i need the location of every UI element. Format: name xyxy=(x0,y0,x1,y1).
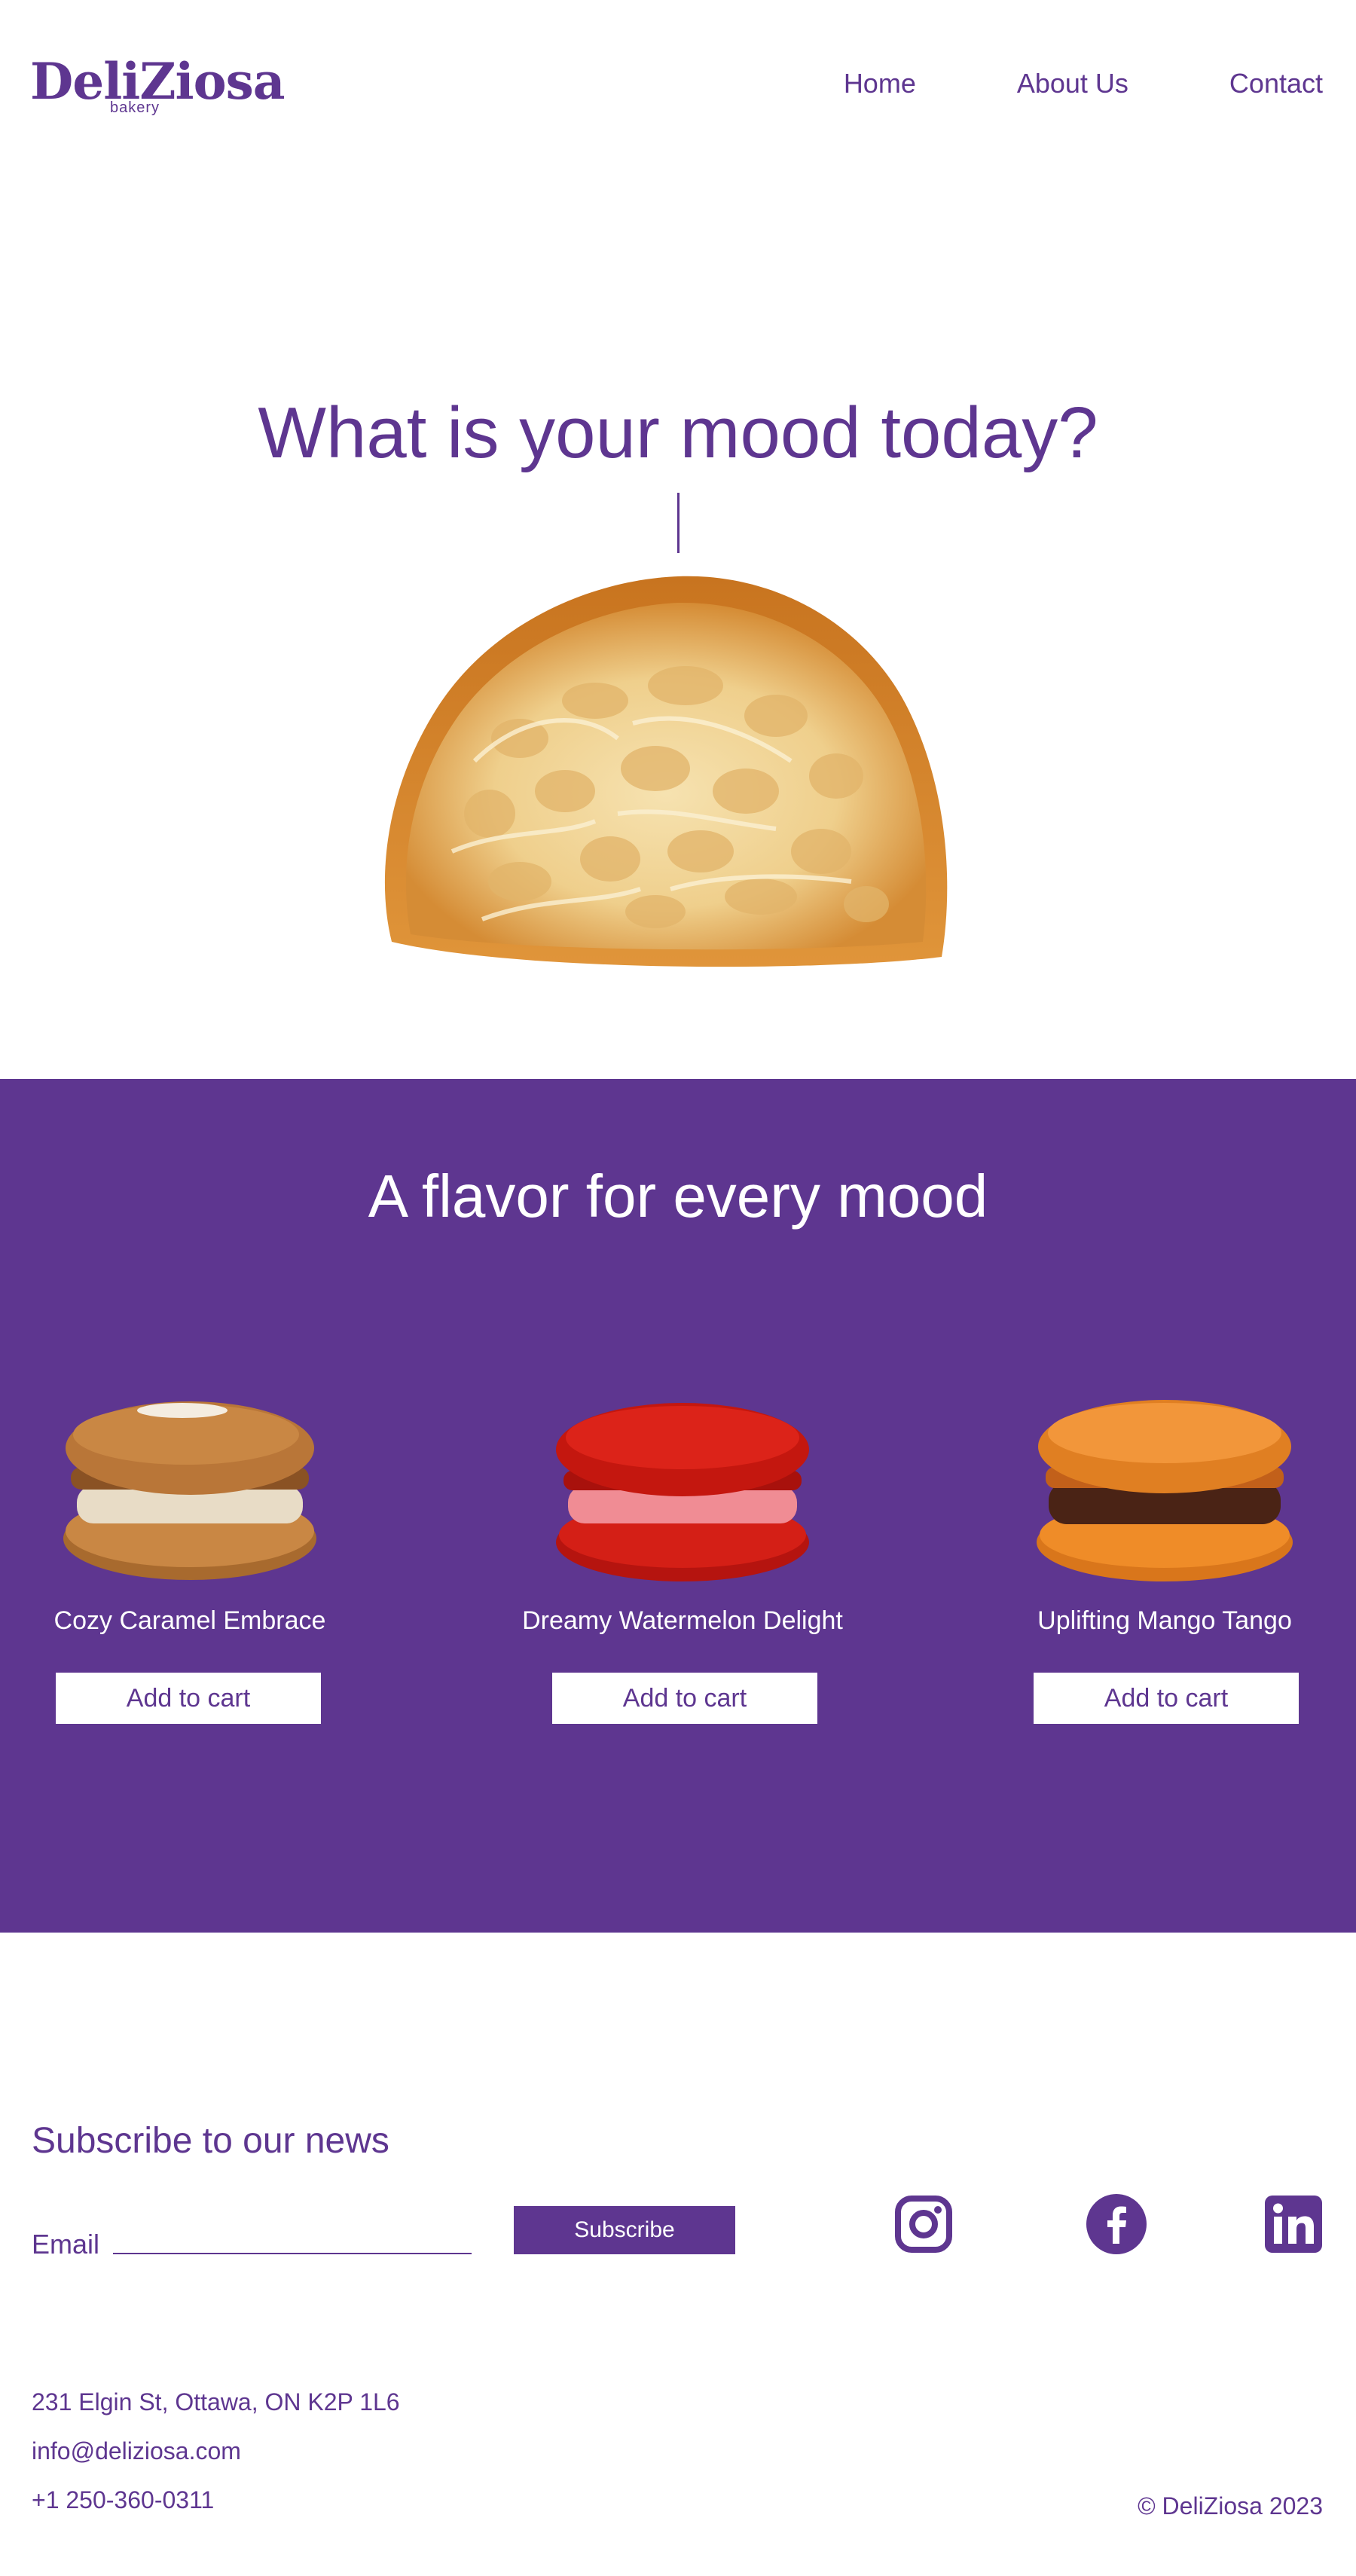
brand-subtitle: bakery xyxy=(110,99,160,116)
brand-logo[interactable]: DeliZiosa bakery xyxy=(30,51,286,127)
address-text: 231 Elgin St, Ottawa, ON K2P 1L6 xyxy=(32,2388,400,2416)
flavors-title: A flavor for every mood xyxy=(368,1163,988,1230)
mango-macaron-image xyxy=(1037,1400,1293,1581)
copyright-text: © DeliZiosa 2023 xyxy=(1138,2492,1323,2519)
flavors-section: A flavor for every mood Cozy Caramel Emb… xyxy=(0,1079,1356,1933)
product-name: Dreamy Watermelon Delight xyxy=(522,1606,843,1635)
site-header: DeliZiosa bakery Home About Us Contact xyxy=(0,0,1356,166)
linkedin-icon[interactable] xyxy=(1263,2194,1324,2254)
nav-home-link[interactable]: Home xyxy=(844,68,916,99)
email-input[interactable] xyxy=(113,2223,472,2254)
instagram-icon[interactable] xyxy=(893,2194,954,2254)
nav-about-link[interactable]: About Us xyxy=(1017,68,1128,99)
nav-contact-link[interactable]: Contact xyxy=(1229,68,1323,99)
subscribe-title: Subscribe to our news xyxy=(32,2121,389,2161)
product-name: Uplifting Mango Tango xyxy=(1037,1606,1292,1635)
caramel-macaron-image xyxy=(63,1401,316,1580)
croissant-image xyxy=(384,576,948,967)
add-to-cart-button[interactable]: Add to cart xyxy=(1034,1673,1299,1724)
product-name: Cozy Caramel Embrace xyxy=(53,1606,326,1635)
hero-title: What is your mood today? xyxy=(258,393,1098,473)
email-label: Email xyxy=(32,2229,100,2260)
add-to-cart-button[interactable]: Add to cart xyxy=(552,1673,817,1724)
facebook-icon[interactable] xyxy=(1086,2194,1147,2254)
watermelon-macaron-image xyxy=(556,1403,809,1581)
add-to-cart-button[interactable]: Add to cart xyxy=(56,1673,321,1724)
subscribe-button[interactable]: Subscribe xyxy=(514,2206,735,2254)
email-link[interactable]: info@deliziosa.com xyxy=(32,2437,241,2465)
phone-link[interactable]: +1 250-360-0311 xyxy=(32,2486,214,2514)
main-nav: Home About Us Contact xyxy=(844,68,1323,99)
hero-divider xyxy=(677,493,680,553)
